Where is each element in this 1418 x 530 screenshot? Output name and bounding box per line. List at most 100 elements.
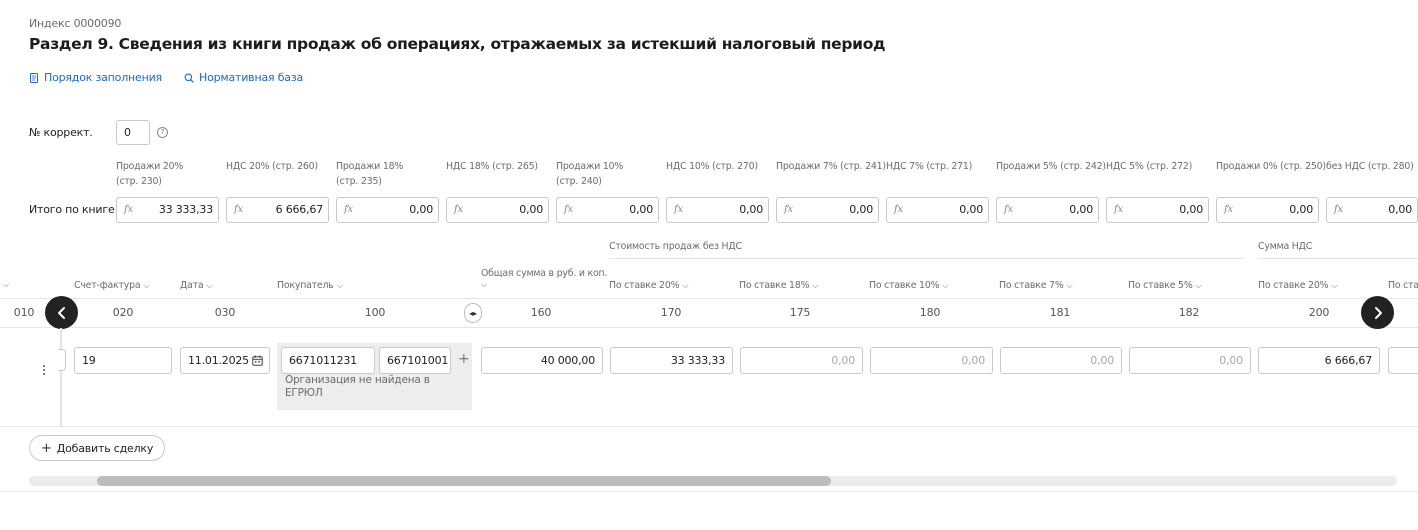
- column-header-cut-left[interactable]: ⌵: [0, 280, 9, 290]
- rate10-input[interactable]: 0,00: [870, 347, 993, 374]
- calendar-icon[interactable]: [252, 355, 263, 366]
- rate7-input[interactable]: 0,00: [1000, 347, 1122, 374]
- total-vat10-field[interactable]: fx 0,00: [666, 197, 769, 223]
- formula-icon: fx: [454, 204, 463, 215]
- search-icon: [184, 73, 194, 83]
- chevron-right-icon: [1374, 306, 1382, 319]
- rate18-input[interactable]: 0,00: [740, 347, 863, 374]
- column-header-rate18[interactable]: По ставке 18% ⌵: [739, 280, 818, 291]
- total-vat7-field[interactable]: fx 0,00: [886, 197, 989, 223]
- column-header-invoice[interactable]: Счет-фактура ⌵: [74, 280, 150, 291]
- rate20-input[interactable]: 33 333,33: [610, 347, 733, 374]
- code-182: 182: [1178, 306, 1200, 319]
- code-160: 160: [530, 306, 552, 319]
- formula-icon: fx: [674, 204, 683, 215]
- fill-order-link[interactable]: Порядок заполнения: [29, 71, 162, 84]
- total-sales7-field[interactable]: fx 0,00: [776, 197, 879, 223]
- formula-icon: fx: [1334, 204, 1343, 215]
- column-header-date[interactable]: Дата ⌵: [180, 280, 213, 291]
- total-amount-input[interactable]: 40 000,00: [481, 347, 603, 374]
- chevron-down-icon: ⌵: [3, 280, 9, 289]
- add-deal-button[interactable]: + Добавить сделку: [29, 435, 166, 461]
- scroll-left-button[interactable]: [45, 296, 78, 329]
- total-sales5-field[interactable]: fx 0,00: [996, 197, 1099, 223]
- document-icon: [30, 72, 38, 83]
- total-sales0-field[interactable]: fx 0,00: [1216, 197, 1319, 223]
- chevron-down-icon: ⌵: [942, 280, 949, 290]
- group-header-vat-sum: Сумма НДС: [1258, 241, 1313, 252]
- column-header-rate7[interactable]: По ставке 7% ⌵: [999, 280, 1073, 291]
- bottom-divider: [0, 491, 1418, 492]
- vat20-input[interactable]: 6 666,67: [1258, 347, 1380, 374]
- total-header-vat10: НДС 10% (стр. 270): [666, 161, 758, 172]
- total-header-vat20: НДС 20% (стр. 260): [226, 161, 318, 172]
- code-100: 100: [364, 306, 386, 319]
- column-header-vat20[interactable]: По ставке 20% ⌵: [1258, 280, 1337, 291]
- total-header-vat5: НДС 5% (стр. 272): [1106, 161, 1193, 172]
- total-no-vat-field[interactable]: fx 0,00: [1326, 197, 1418, 223]
- buyer-kpp-input[interactable]: 667101001: [379, 347, 451, 374]
- page-title: Раздел 9. Сведения из книги продаж об оп…: [29, 35, 886, 53]
- code-200: 200: [1308, 306, 1330, 319]
- total-header-no-vat: без НДС (стр. 280): [1326, 161, 1414, 172]
- formula-icon: fx: [344, 204, 353, 215]
- total-vat18-field[interactable]: fx 0,00: [446, 197, 549, 223]
- code-030: 030: [214, 306, 236, 319]
- total-header-sales10: Продажи 10% (стр. 240): [556, 161, 624, 187]
- code-020: 020: [112, 306, 134, 319]
- normative-base-link[interactable]: Нормативная база: [184, 71, 303, 84]
- column-header-total[interactable]: Общая сумма в руб. и коп. ⌵: [481, 268, 607, 290]
- total-sales10-field[interactable]: fx 0,00: [556, 197, 659, 223]
- correction-number-input[interactable]: 0: [116, 120, 150, 145]
- chevron-down-icon: ⌵: [1195, 280, 1202, 290]
- total-header-vat7: НДС 7% (стр. 271): [886, 161, 973, 172]
- chevron-down-icon: ⌵: [206, 280, 213, 290]
- formula-icon: fx: [564, 204, 573, 215]
- code-181: 181: [1049, 306, 1071, 319]
- total-sales18-field[interactable]: fx 0,00: [336, 197, 439, 223]
- total-vat5-field[interactable]: fx 0,00: [1106, 197, 1209, 223]
- form-index: Индекс 0000090: [29, 17, 122, 30]
- formula-icon: fx: [124, 204, 133, 215]
- normative-base-label: Нормативная база: [199, 71, 304, 84]
- code-170: 170: [660, 306, 682, 319]
- chevron-down-icon: ⌵: [481, 280, 487, 289]
- column-header-rate20[interactable]: По ставке 20% ⌵: [609, 280, 688, 291]
- chevron-down-icon: ⌵: [336, 280, 343, 290]
- group-underline-vat: [1258, 258, 1418, 259]
- group-underline-cost: [609, 258, 1245, 259]
- more-vertical-icon[interactable]: · · ·: [41, 360, 47, 382]
- invoice-date-input[interactable]: 11.01.2025: [180, 347, 270, 374]
- total-header-sales5: Продажи 5% (стр. 242): [996, 161, 1106, 172]
- fill-order-label: Порядок заполнения: [44, 71, 162, 84]
- add-buyer-icon[interactable]: +: [458, 351, 470, 367]
- rate5-input[interactable]: 0,00: [1129, 347, 1251, 374]
- total-vat20-field[interactable]: fx 6 666,67: [226, 197, 329, 223]
- previous-cell-edge[interactable]: [58, 349, 66, 371]
- code-010: 010: [13, 306, 35, 319]
- code-180: 180: [919, 306, 941, 319]
- question-circle-icon[interactable]: ?: [157, 127, 168, 138]
- scroll-right-button[interactable]: [1361, 296, 1394, 329]
- column-header-rate5[interactable]: По ставке 5% ⌵: [1128, 280, 1202, 291]
- column-header-buyer[interactable]: Покупатель ⌵: [277, 280, 343, 291]
- chevron-down-icon: ⌵: [1066, 280, 1073, 290]
- total-header-sales18: Продажи 18% (стр. 235): [336, 161, 404, 187]
- total-header-sales0: Продажи 0% (стр. 250): [1216, 161, 1326, 172]
- buyer-not-found-note: Организация не найдена в ЕГРЮЛ: [285, 374, 430, 399]
- row-left-divider: [60, 328, 62, 426]
- column-resize-icon[interactable]: ◂▸: [464, 303, 482, 323]
- formula-icon: fx: [894, 204, 903, 215]
- buyer-inn-input[interactable]: 6671011231: [281, 347, 375, 374]
- formula-icon: fx: [1114, 204, 1123, 215]
- totals-label: Итого по книге: [29, 203, 115, 216]
- invoice-number-input[interactable]: 19: [74, 347, 172, 374]
- code-175: 175: [789, 306, 811, 319]
- total-sales20-field[interactable]: fx 33 333,33: [116, 197, 219, 223]
- horizontal-scrollbar-thumb[interactable]: [97, 476, 831, 486]
- chevron-down-icon: ⌵: [812, 280, 819, 290]
- column-header-rate10[interactable]: По ставке 10% ⌵: [869, 280, 948, 291]
- column-header-cut-right[interactable]: По ста: [1388, 280, 1418, 291]
- chevron-down-icon: ⌵: [143, 280, 150, 290]
- next-cell-edge[interactable]: [1388, 347, 1418, 374]
